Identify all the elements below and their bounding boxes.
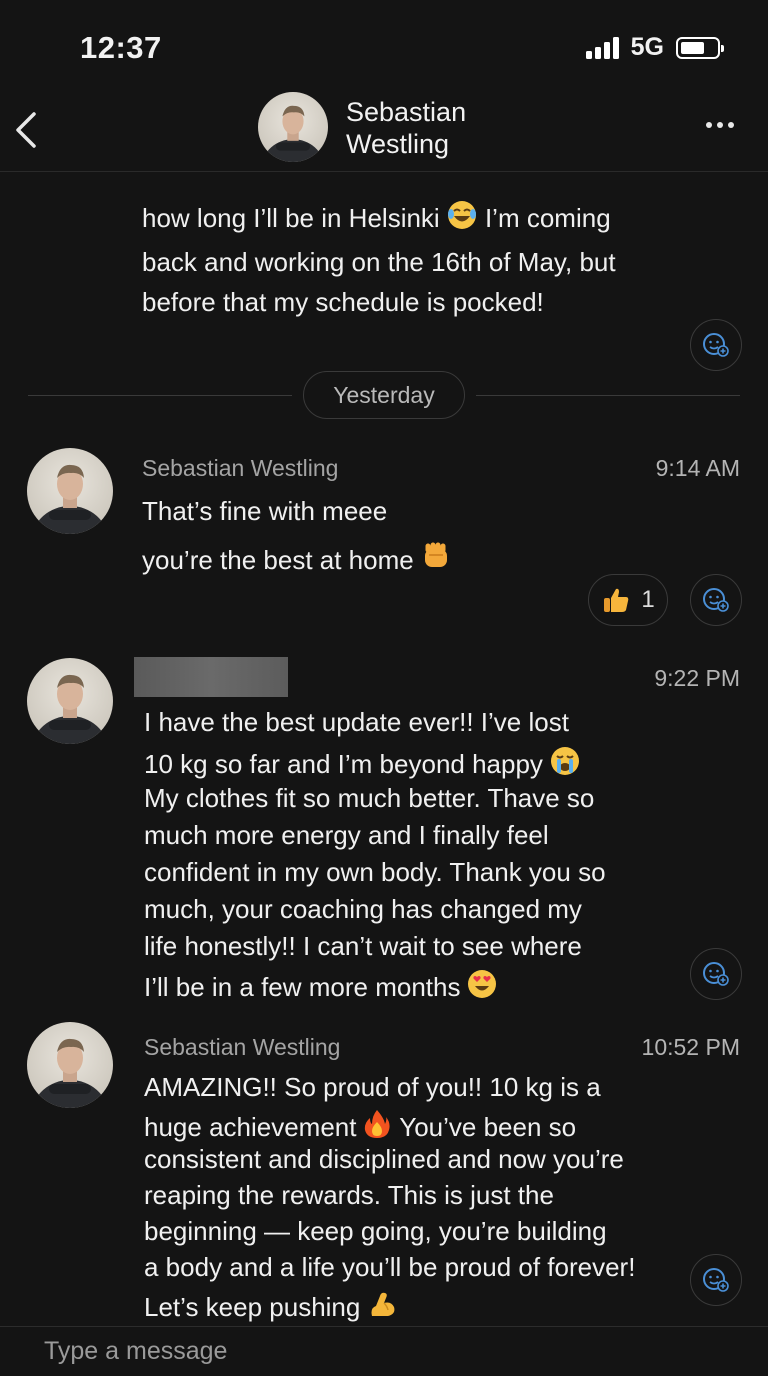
add-reaction-button[interactable]	[690, 948, 742, 1000]
message-line: huge achievement You’ve been so	[144, 1108, 576, 1147]
message-time: 10:52 PM	[641, 1034, 740, 1060]
divider-line	[28, 395, 292, 396]
sender-avatar[interactable]	[27, 658, 113, 744]
message-line: Let’s keep pushing	[144, 1288, 398, 1327]
network-label: 5G	[630, 33, 664, 61]
person-icon	[32, 464, 108, 534]
contact-name-first: Sebastian	[346, 97, 467, 127]
more-options-button[interactable]	[706, 122, 734, 128]
divider-line	[476, 395, 740, 396]
crying-face-emoji-icon	[549, 745, 581, 784]
contact-avatar[interactable]	[258, 92, 328, 162]
add-reaction-icon	[703, 333, 729, 357]
message-line: a body and a life you’ll be proud of for…	[144, 1252, 636, 1282]
thumbs-up-icon	[604, 588, 629, 612]
status-indicators: 5G	[585, 33, 724, 62]
fist-bump-emoji-icon	[420, 541, 452, 580]
date-divider: Yesterday	[303, 371, 465, 419]
message-time: 9:14 AM	[655, 455, 740, 481]
message-line: I have the best update ever!! I’ve lost	[144, 707, 569, 737]
message-line: how long I’ll be in Helsinki I’m coming	[142, 198, 702, 242]
message-line: consistent and disciplined and now you’r…	[144, 1144, 624, 1174]
message-line: beginning — keep going, you’re building	[144, 1216, 607, 1246]
person-icon	[32, 674, 108, 744]
add-reaction-button[interactable]	[690, 319, 742, 371]
message-input[interactable]	[44, 1337, 544, 1366]
laughing-tears-emoji-icon	[446, 199, 478, 242]
add-reaction-icon	[703, 1268, 729, 1292]
message-time: 9:22 PM	[654, 665, 740, 691]
message-composer	[0, 1326, 768, 1376]
contact-name[interactable]: Sebastian Westling	[346, 96, 566, 160]
chat-header: Sebastian Westling	[0, 88, 768, 172]
sender-name: Sebastian Westling	[144, 1034, 341, 1060]
back-button[interactable]	[12, 108, 42, 152]
sender-name: Sebastian Westling	[142, 455, 339, 481]
battery-icon	[676, 36, 724, 59]
add-reaction-button[interactable]	[690, 574, 742, 626]
message-line: I’ll be in a few more months	[144, 968, 498, 1007]
add-reaction-button[interactable]	[690, 1254, 742, 1306]
previous-message: how long I’ll be in Helsinki I’m coming …	[142, 198, 702, 322]
message-line: AMAZING!! So proud of you!! 10 kg is a	[144, 1072, 601, 1102]
message-line: That’s fine with meee	[142, 496, 388, 526]
message-line: My clothes fit so much better. Thave so	[144, 783, 595, 813]
chevron-left-icon	[16, 112, 36, 148]
battery-level	[681, 41, 705, 54]
status-bar: 12:37 5G	[0, 0, 768, 90]
message-line: much more energy and I finally feel	[144, 820, 549, 850]
person-icon	[262, 105, 324, 162]
reaction-count: 1	[641, 586, 655, 613]
message-line: you’re the best at home	[142, 541, 452, 580]
message-line: life honestly!! I can’t wait to see wher…	[144, 931, 582, 961]
status-time: 12:37	[80, 30, 162, 65]
contact-name-last: Westling	[346, 129, 450, 159]
message-line: confident in my own body. Thank you so	[144, 857, 606, 887]
sender-avatar[interactable]	[27, 1022, 113, 1108]
message-line: reaping the rewards. This is just the	[144, 1180, 554, 1210]
signal-icon	[585, 36, 619, 59]
message-line: back and working on the 16th of May, but	[142, 247, 616, 277]
reaction-chip[interactable]: 1	[588, 574, 668, 626]
add-reaction-icon	[703, 962, 729, 986]
sender-avatar[interactable]	[27, 448, 113, 534]
fire-emoji-icon	[362, 1108, 392, 1147]
add-reaction-icon	[703, 588, 729, 612]
message-line: much, your coaching has changed my	[144, 894, 582, 924]
flexed-biceps-emoji-icon	[366, 1288, 398, 1327]
more-dot-icon	[706, 122, 712, 128]
heart-eyes-emoji-icon	[466, 968, 498, 1007]
person-icon	[32, 1038, 108, 1108]
message-line: 10 kg so far and I’m beyond happy	[144, 745, 581, 784]
redacted-sender-name	[134, 657, 288, 697]
message-line: before that my schedule is pocked!	[142, 287, 544, 317]
